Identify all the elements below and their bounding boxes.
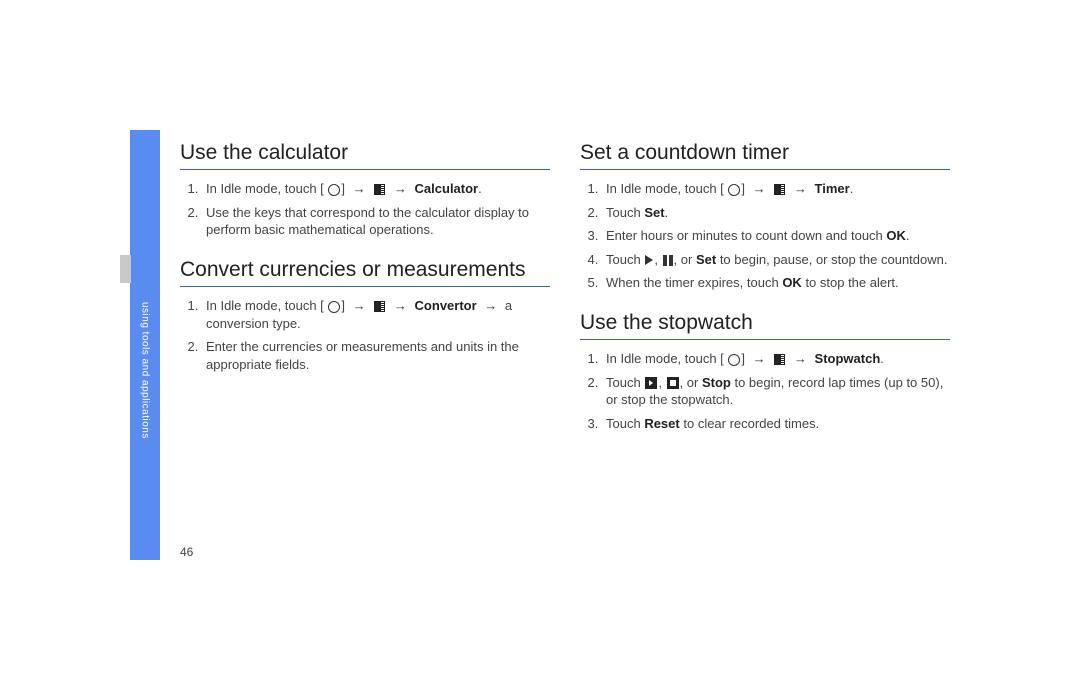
arrow-icon: → — [394, 181, 407, 196]
arrow-icon: → — [394, 298, 407, 313]
arrow-icon: → — [753, 351, 766, 366]
right-column: Set a countdown timer In Idle mode, touc… — [580, 140, 950, 450]
step: In Idle mode, touch [ ] → → Convertor → … — [202, 297, 550, 332]
pause-icon — [663, 255, 673, 266]
heading-convertor: Convert currencies or measurements — [180, 257, 550, 282]
step: In Idle mode, touch [ ] → → Calculator. — [202, 180, 550, 198]
heading-calculator: Use the calculator — [180, 140, 550, 165]
step: Use the keys that correspond to the calc… — [202, 204, 550, 239]
step: In Idle mode, touch [ ] → → Stopwatch. — [602, 350, 950, 368]
step: Touch , , or Stop to begin, record lap t… — [602, 374, 950, 409]
arrow-icon: → — [794, 181, 807, 196]
section-convertor: Convert currencies or measurements In Id… — [180, 257, 550, 373]
step: Touch Reset to clear recorded times. — [602, 415, 950, 433]
play-box-icon — [645, 377, 657, 389]
steps-calculator: In Idle mode, touch [ ] → → Calculator. … — [180, 180, 550, 239]
circle-icon — [728, 354, 740, 366]
rule — [180, 286, 550, 287]
menu-icon — [374, 184, 385, 195]
steps-timer: In Idle mode, touch [ ] → → Timer. Touch… — [580, 180, 950, 292]
arrow-icon: → — [353, 181, 366, 196]
play-outline-icon — [645, 255, 653, 265]
step: In Idle mode, touch [ ] → → Timer. — [602, 180, 950, 198]
circle-icon — [328, 301, 340, 313]
step: Touch Set. — [602, 204, 950, 222]
step: Touch , , or Set to begin, pause, or sto… — [602, 251, 950, 269]
heading-timer: Set a countdown timer — [580, 140, 950, 165]
page-number: 46 — [180, 545, 193, 559]
arrow-icon: → — [484, 298, 497, 313]
circle-icon — [328, 184, 340, 196]
rule — [180, 169, 550, 170]
heading-stopwatch: Use the stopwatch — [580, 310, 950, 335]
steps-convertor: In Idle mode, touch [ ] → → Convertor → … — [180, 297, 550, 373]
rule — [580, 339, 950, 340]
rule — [580, 169, 950, 170]
section-timer: Set a countdown timer In Idle mode, touc… — [580, 140, 950, 292]
sidebar-label: using tools and applications — [130, 270, 160, 470]
sidebar-label-text: using tools and applications — [140, 302, 151, 439]
menu-icon — [774, 184, 785, 195]
record-box-icon — [667, 377, 679, 389]
section-stopwatch: Use the stopwatch In Idle mode, touch [ … — [580, 310, 950, 432]
section-calculator: Use the calculator In Idle mode, touch [… — [180, 140, 550, 239]
arrow-icon: → — [794, 351, 807, 366]
steps-stopwatch: In Idle mode, touch [ ] → → Stopwatch. T… — [580, 350, 950, 432]
step: Enter the currencies or measurements and… — [202, 338, 550, 373]
circle-icon — [728, 184, 740, 196]
step: Enter hours or minutes to count down and… — [602, 227, 950, 245]
arrow-icon: → — [353, 298, 366, 313]
left-column: Use the calculator In Idle mode, touch [… — [180, 140, 550, 450]
page-content: Use the calculator In Idle mode, touch [… — [180, 140, 950, 450]
arrow-icon: → — [753, 181, 766, 196]
menu-icon — [774, 354, 785, 365]
step: When the timer expires, touch OK to stop… — [602, 274, 950, 292]
menu-icon — [374, 301, 385, 312]
